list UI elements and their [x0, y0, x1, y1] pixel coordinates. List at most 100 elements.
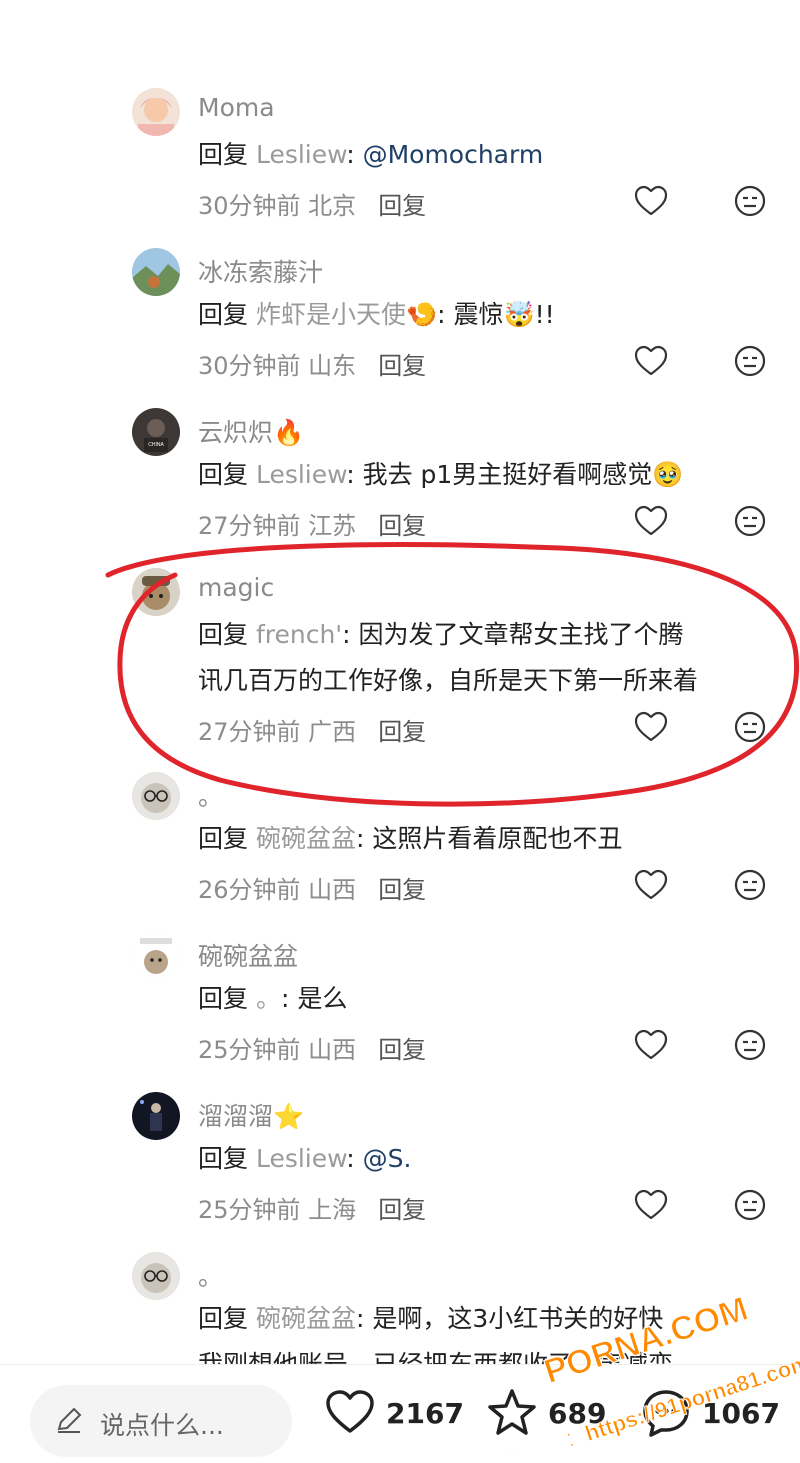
reply-button[interactable]: 回复 [378, 512, 426, 540]
reply-target[interactable]: 碗碗盆盆 [256, 1304, 356, 1333]
avatar[interactable] [132, 1092, 180, 1140]
like-heart-icon[interactable] [634, 868, 668, 902]
comment-time: 30分钟前 [198, 352, 301, 380]
mention-link[interactable]: @Momocharm [363, 140, 544, 169]
comment-location: 山西 [300, 1036, 357, 1064]
bottom-action-bar: 说点什么... 2167 689 1067 [0, 1364, 800, 1463]
comment-count: 1067 [702, 1397, 780, 1430]
emoji-icon: 🍤 [405, 300, 438, 329]
pencil-icon [57, 1407, 82, 1433]
reply-button[interactable]: 回复 [378, 192, 426, 220]
avatar[interactable] [132, 568, 180, 616]
comment-text: 回复 french': 因为发了文章帮女主找了个腾 [198, 612, 778, 658]
comment-input[interactable]: 说点什么... [30, 1385, 292, 1457]
comment-location: 山西 [300, 876, 357, 904]
avatar[interactable] [132, 1252, 180, 1300]
avatar[interactable] [132, 772, 180, 820]
reply-target[interactable]: Lesliew [256, 1144, 346, 1173]
avatar[interactable] [132, 248, 180, 296]
comment-icon[interactable] [640, 1387, 692, 1439]
comment-meta: 30分钟前 山东 回复 [198, 346, 426, 381]
comment-username[interactable]: Moma [198, 93, 275, 122]
comment-text: 回复 Lesliew: @S. [198, 1136, 778, 1182]
star-icon[interactable] [486, 1387, 538, 1439]
reply-button[interactable]: 回复 [378, 876, 426, 904]
comment-item: 冰冻索藤汁 回复 炸虾是小天使🍤: 震惊🤯!! 30分钟前 山东 回复 [0, 248, 800, 408]
reply-target[interactable]: Lesliew [256, 140, 346, 169]
dislike-face-icon[interactable] [733, 184, 767, 218]
comment-time: 27分钟前 [198, 512, 301, 540]
comment-text: 回复 Lesliew: 我去 p1男主挺好看啊感觉🥹 [198, 452, 778, 498]
comment-location: 上海 [300, 1196, 357, 1224]
comment-text-line2: 我刚想他账号，已经把东西都收了，害减变 [198, 1342, 778, 1364]
comment-time: 26分钟前 [198, 876, 301, 904]
avatar[interactable] [132, 932, 180, 980]
comment-item: 溜溜溜⭐ 回复 Lesliew: @S. 25分钟前 上海 回复 [0, 1092, 800, 1252]
comment-text-part: 回复 [198, 620, 256, 649]
reply-button[interactable]: 回复 [378, 1196, 426, 1224]
like-heart-icon[interactable] [634, 1028, 668, 1062]
comment-item: Moma 回复 Lesliew: @Momocharm 30分钟前 北京 回复 [0, 88, 800, 248]
heart-icon[interactable] [324, 1387, 376, 1439]
comment-username[interactable]: 溜溜溜⭐ [198, 1097, 304, 1133]
comment-text: 回复 。: 是么 [198, 976, 778, 1022]
comment-meta: 26分钟前 山西 回复 [198, 870, 426, 905]
dislike-face-icon[interactable] [733, 710, 767, 744]
comment-username[interactable]: 云炽炽🔥 [198, 413, 304, 449]
comment-time: 25分钟前 [198, 1196, 301, 1224]
comment-username[interactable]: 。 [198, 777, 223, 813]
mention-link[interactable]: @S. [363, 1144, 412, 1173]
like-heart-icon[interactable] [634, 184, 668, 218]
comment-text-part: : 这照片看着原配也不丑 [355, 824, 623, 853]
comment-username[interactable]: 碗碗盆盆 [198, 937, 298, 973]
reply-button[interactable]: 回复 [378, 718, 426, 746]
comment-text-part: : 震惊 [437, 300, 504, 329]
reply-target[interactable]: 。 [256, 984, 281, 1013]
like-heart-icon[interactable] [634, 344, 668, 378]
dislike-face-icon[interactable] [733, 1188, 767, 1222]
comment-text-part: 回复 [198, 824, 256, 853]
reply-target[interactable]: french' [256, 620, 342, 649]
avatar[interactable] [132, 88, 180, 136]
avatar[interactable]: CHINA [132, 408, 180, 456]
comment-time: 30分钟前 [198, 192, 301, 220]
star-count: 689 [548, 1397, 607, 1430]
comment-text-part: !! [534, 300, 555, 329]
reply-target[interactable]: 碗碗盆盆 [256, 824, 356, 853]
comment-input-placeholder: 说点什么... [100, 1411, 224, 1440]
like-heart-icon[interactable] [634, 710, 668, 744]
reply-target[interactable]: Lesliew [256, 460, 346, 489]
comment-text: 回复 碗碗盆盆: 这照片看着原配也不丑 [198, 816, 778, 862]
reply-button[interactable]: 回复 [378, 352, 426, 380]
svg-text:CHINA: CHINA [148, 442, 164, 448]
dislike-face-icon[interactable] [733, 868, 767, 902]
comment-username[interactable]: magic [198, 573, 274, 602]
like-count: 2167 [386, 1397, 464, 1430]
reply-target[interactable]: 炸虾是小天使 [256, 300, 406, 329]
emoji-icon: 🤯 [503, 300, 535, 329]
comment-text-part: 回复 [198, 300, 256, 329]
comment-item: 碗碗盆盆 回复 。: 是么 25分钟前 山西 回复 [0, 932, 800, 1092]
comment-location: 江苏 [300, 512, 357, 540]
comment-time: 27分钟前 [198, 718, 301, 746]
comment-item: 。回复 碗碗盆盆: 这照片看着原配也不丑 26分钟前 山西 回复 [0, 772, 800, 932]
comment-meta: 25分钟前 上海 回复 [198, 1190, 426, 1225]
comment-text: 回复 炸虾是小天使🍤: 震惊🤯!! [198, 292, 778, 338]
comment-meta: 30分钟前 北京 回复 [198, 186, 426, 221]
comment-meta: 27分钟前 广西 回复 [198, 712, 426, 747]
comment-username[interactable]: 。 [198, 1257, 223, 1293]
comment-username[interactable]: 冰冻索藤汁 [198, 253, 323, 289]
comment-text-part: : 我去 p1男主挺好看啊感觉 [346, 460, 653, 489]
dislike-face-icon[interactable] [733, 504, 767, 538]
like-heart-icon[interactable] [634, 504, 668, 538]
comment-location: 山东 [300, 352, 357, 380]
reply-button[interactable]: 回复 [378, 1036, 426, 1064]
comment-meta: 25分钟前 山西 回复 [198, 1030, 426, 1065]
comment-text: 回复 Lesliew: @Momocharm [198, 132, 778, 178]
comment-text-part: : 是啊，这3小红书关的好快 [355, 1304, 664, 1333]
like-heart-icon[interactable] [634, 1188, 668, 1222]
comment-text-part: 回复 [198, 984, 256, 1013]
dislike-face-icon[interactable] [733, 1028, 767, 1062]
dislike-face-icon[interactable] [733, 344, 767, 378]
comment-text-line2: 讯几百万的工作好像，自所是天下第一所来着 [198, 666, 699, 695]
